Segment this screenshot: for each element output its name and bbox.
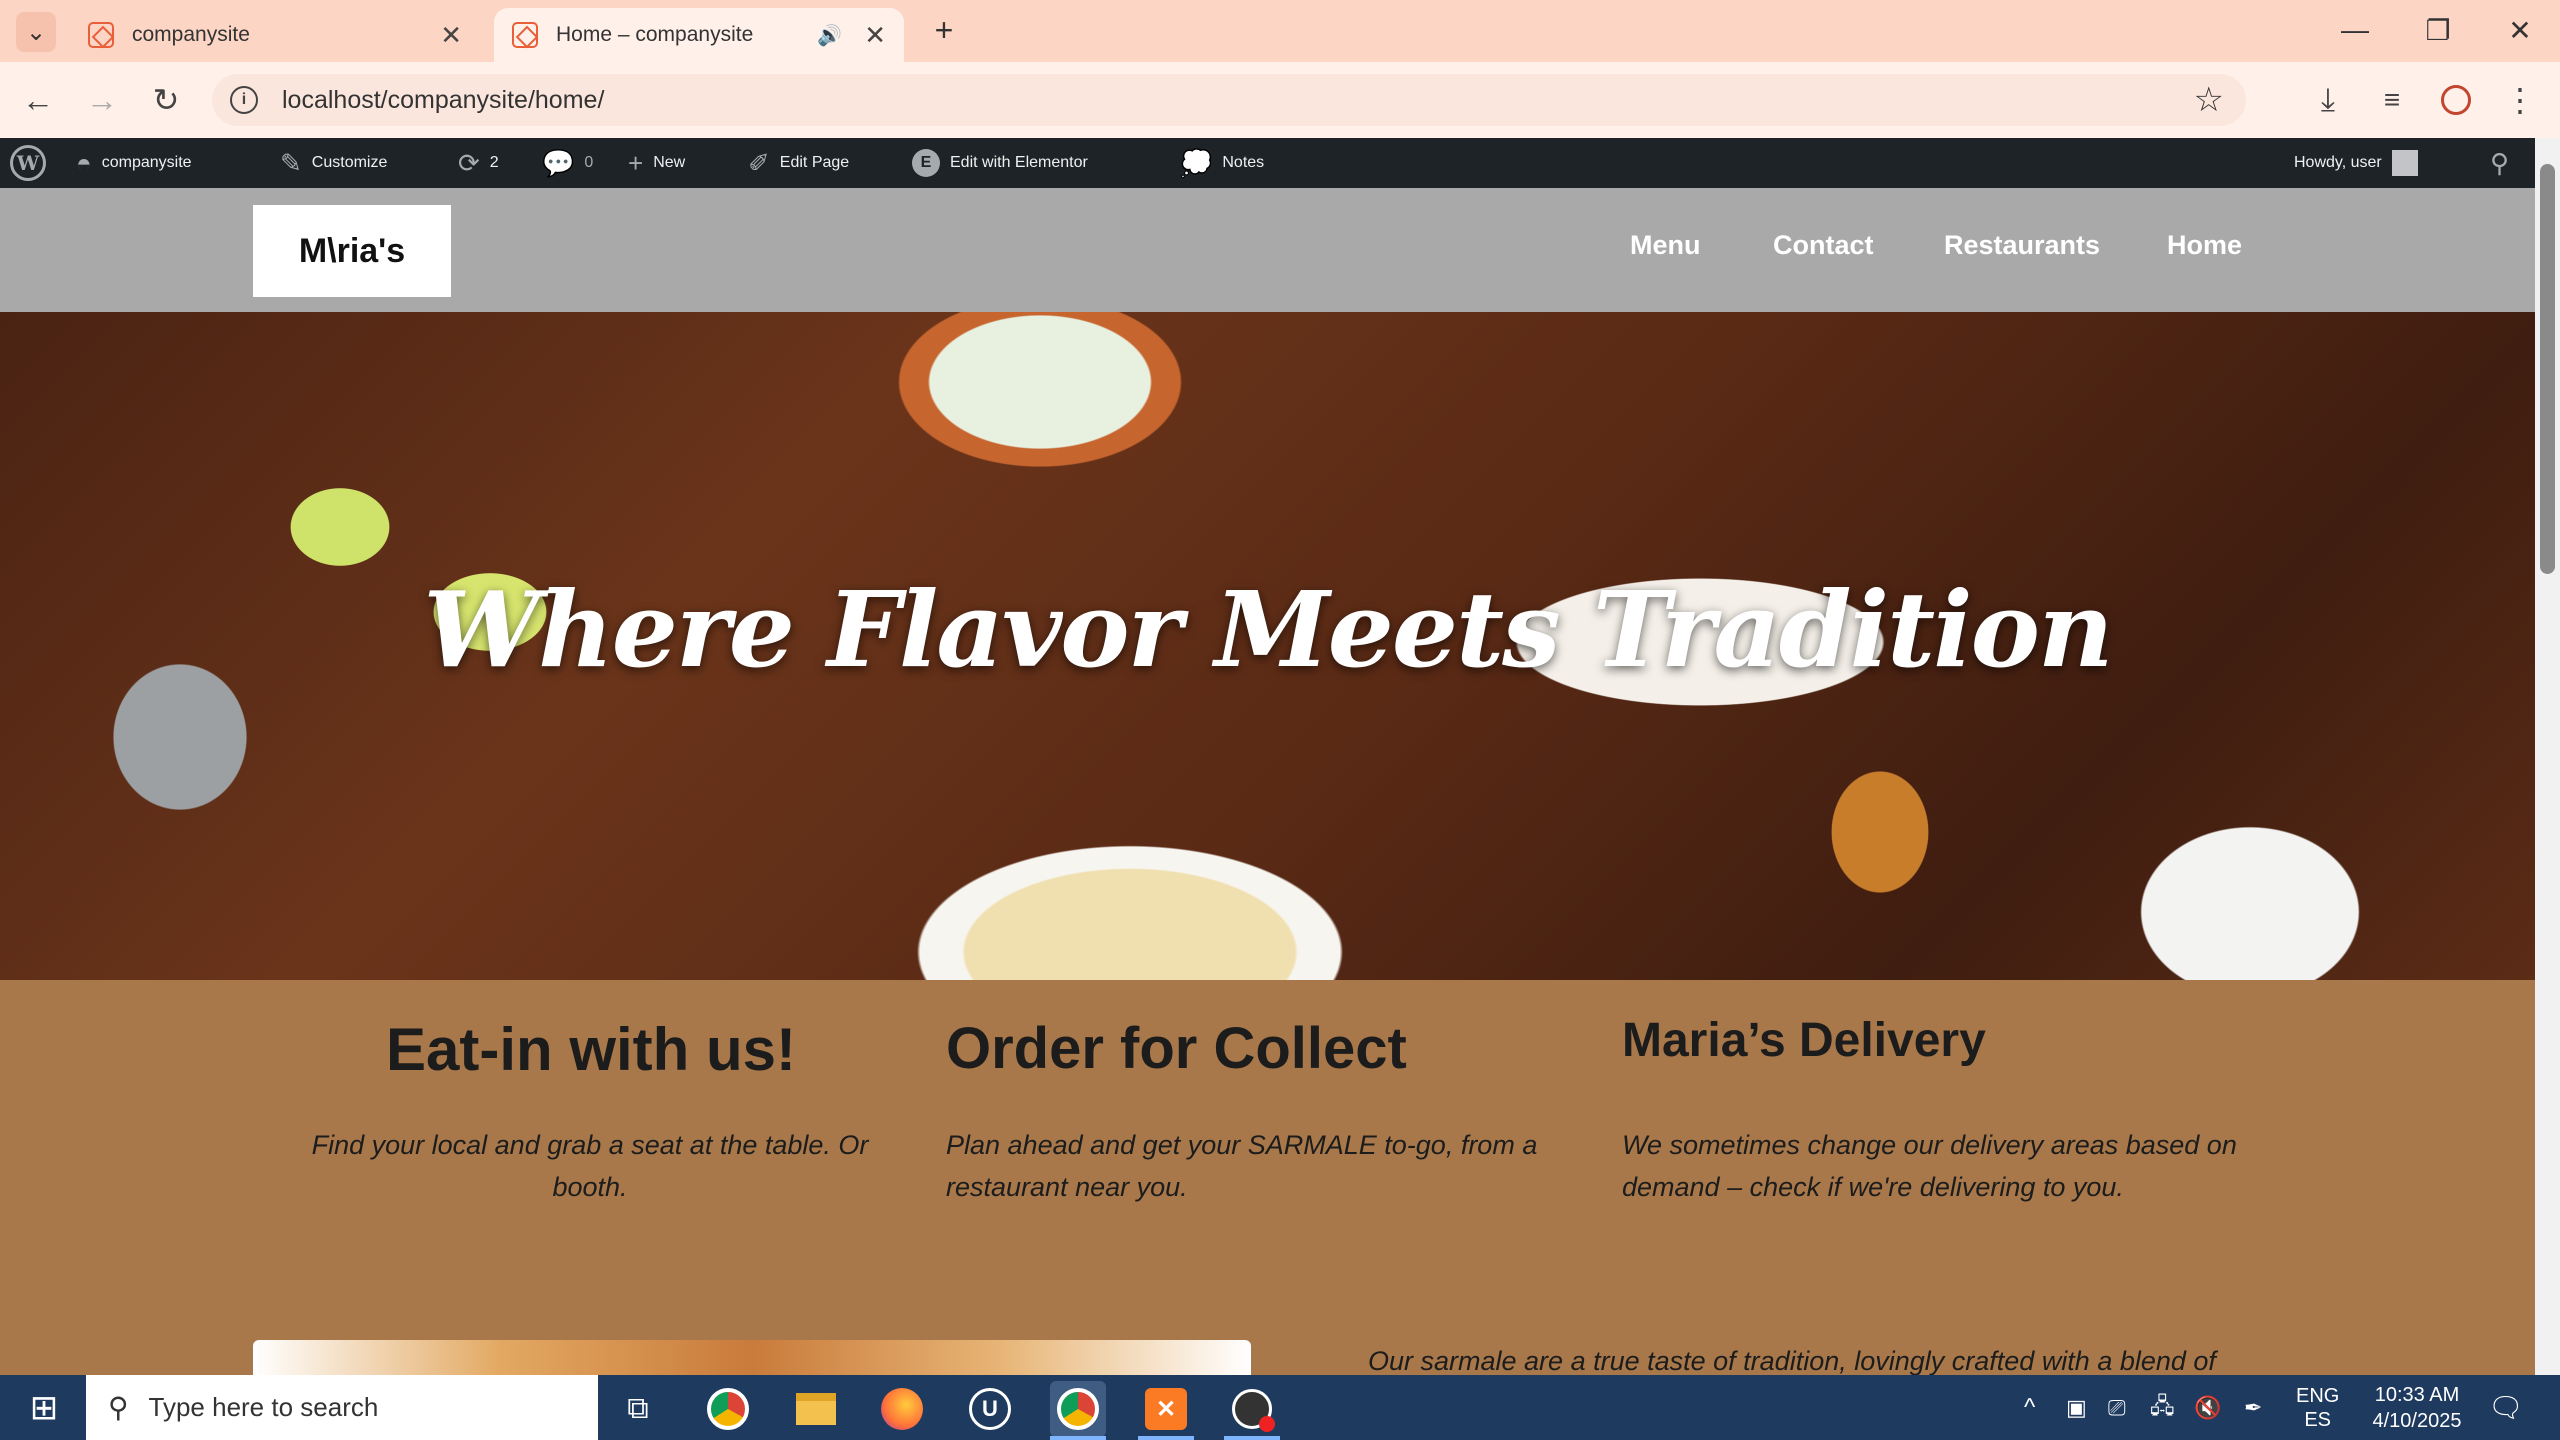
- wp-updates-link[interactable]: ⟳ 2: [458, 138, 499, 188]
- active-app-indicator: [1050, 1436, 1106, 1440]
- search-icon: ⚲: [108, 1392, 129, 1423]
- minimize-button[interactable]: —: [2325, 10, 2385, 50]
- show-hidden-icons[interactable]: ^: [2024, 1375, 2035, 1440]
- chevron-down-icon: ⌄: [25, 18, 47, 46]
- bookmark-star-icon[interactable]: ☆: [2194, 80, 2224, 120]
- nav-restaurants-link[interactable]: Restaurants: [1944, 230, 2100, 261]
- running-app-indicator: [1138, 1436, 1194, 1440]
- address-bar[interactable]: i localhost/companysite/home/ ☆: [212, 74, 2246, 126]
- search-icon[interactable]: ⚲: [2490, 138, 2509, 188]
- eat-in-text: Find your local and grab a seat at the t…: [311, 1130, 869, 1202]
- pencil-icon: ✐: [748, 147, 770, 178]
- elementor-icon: E: [912, 149, 940, 177]
- wp-customize-link[interactable]: ✎ Customize: [280, 138, 387, 188]
- xampp-icon[interactable]: ✕: [1138, 1381, 1194, 1437]
- collect-heading: Order for Collect: [946, 1016, 1407, 1081]
- updates-icon: ⟳: [458, 147, 480, 178]
- wp-logo-icon[interactable]: W: [10, 138, 46, 188]
- wp-comments-link[interactable]: 💬 0: [542, 138, 593, 188]
- network-icon[interactable]: 🖧: [2150, 1375, 2175, 1440]
- chrome-active-icon[interactable]: [1050, 1381, 1106, 1437]
- taskbar-search-box[interactable]: ⚲ Type here to search: [86, 1375, 598, 1440]
- url-text: localhost/companysite/home/: [282, 85, 605, 114]
- site-info-icon[interactable]: i: [230, 86, 258, 114]
- browser-tab-companysite[interactable]: companysite ✕: [70, 8, 480, 62]
- wp-elementor-link[interactable]: E Edit with Elementor: [912, 138, 1088, 188]
- back-icon[interactable]: ←: [14, 76, 62, 124]
- sarmale-intro-text: Our sarmale are a true taste of traditio…: [1368, 1346, 2216, 1375]
- chrome-icon[interactable]: [700, 1381, 756, 1437]
- brush-icon: ✎: [280, 147, 302, 178]
- plus-icon: +: [628, 147, 644, 178]
- wp-notes-link[interactable]: 💭 Notes: [1180, 138, 1264, 188]
- hero-title: Where Flavor Meets Tradition: [423, 568, 2113, 691]
- tab-title: companysite: [132, 23, 250, 46]
- close-window-button[interactable]: ✕: [2490, 10, 2550, 50]
- browser-menu-icon[interactable]: ⋮: [2496, 76, 2544, 124]
- eat-in-heading: Eat-in with us!: [386, 1016, 796, 1083]
- wp-edit-page-link[interactable]: ✐ Edit Page: [748, 138, 849, 188]
- close-tab-icon[interactable]: ✕: [864, 20, 886, 51]
- tab-list-button[interactable]: ⌄: [16, 12, 56, 52]
- audio-playing-icon[interactable]: 🔊: [817, 23, 842, 48]
- download-icon[interactable]: ⤓: [2304, 76, 2352, 124]
- avatar: [2391, 150, 2418, 176]
- clock[interactable]: 10:33 AM 4/10/2025: [2362, 1375, 2472, 1440]
- delivery-heading: Maria’s Delivery: [1622, 1014, 1986, 1067]
- display-icon[interactable]: ⎚: [2108, 1375, 2126, 1440]
- pen-icon[interactable]: ✒: [2244, 1375, 2262, 1440]
- running-app-indicator: [1224, 1436, 1280, 1440]
- close-tab-icon[interactable]: ✕: [440, 20, 462, 51]
- volume-muted-icon[interactable]: 🔇: [2194, 1375, 2221, 1440]
- xampp-favicon-icon: [512, 22, 538, 48]
- collect-text: Plan ahead and get your SARMALE to-go, f…: [946, 1130, 1538, 1202]
- unreal-engine-icon[interactable]: U: [962, 1381, 1018, 1437]
- delivery-text: We sometimes change our delivery areas b…: [1622, 1130, 2237, 1202]
- browser-tab-home[interactable]: Home – companysite 🔊 ✕: [494, 8, 904, 62]
- nav-menu-link[interactable]: Menu: [1630, 230, 1701, 261]
- profile-icon[interactable]: [2432, 76, 2480, 124]
- scrollbar-thumb[interactable]: [2540, 164, 2555, 574]
- nav-contact-link[interactable]: Contact: [1773, 230, 1874, 261]
- tab-title: Home – companysite: [556, 23, 754, 46]
- language-indicator[interactable]: ENG ES: [2296, 1375, 2339, 1440]
- nav-home-link[interactable]: Home: [2167, 230, 2242, 261]
- new-tab-button[interactable]: +: [924, 10, 964, 50]
- notes-icon: 💭: [1180, 147, 1213, 178]
- xampp-favicon-icon: [88, 22, 114, 48]
- wp-site-link[interactable]: ◓ companysite: [76, 138, 192, 188]
- windows-start-icon[interactable]: ⊞: [16, 1380, 72, 1436]
- site-logo[interactable]: M\ria's: [253, 205, 451, 297]
- dashboard-icon: ◓: [76, 147, 92, 178]
- forward-icon[interactable]: →: [78, 76, 126, 124]
- obs-recorder-icon[interactable]: [1224, 1381, 1280, 1437]
- sarmale-food-image: [253, 1340, 1251, 1375]
- meet-now-icon[interactable]: ▣: [2066, 1375, 2087, 1440]
- notifications-icon[interactable]: 🗨: [2488, 1375, 2524, 1440]
- wp-new-link[interactable]: + New: [628, 138, 685, 188]
- file-explorer-icon[interactable]: [788, 1381, 844, 1437]
- task-view-icon[interactable]: ⧉: [610, 1381, 666, 1437]
- media-control-icon[interactable]: ≡: [2368, 76, 2416, 124]
- restore-button[interactable]: ❐: [2408, 10, 2468, 50]
- reload-icon[interactable]: ↻: [142, 76, 190, 124]
- wp-account-menu[interactable]: Howdy, user: [2294, 138, 2418, 188]
- firefox-icon[interactable]: [874, 1381, 930, 1437]
- comment-icon: 💬: [542, 147, 575, 178]
